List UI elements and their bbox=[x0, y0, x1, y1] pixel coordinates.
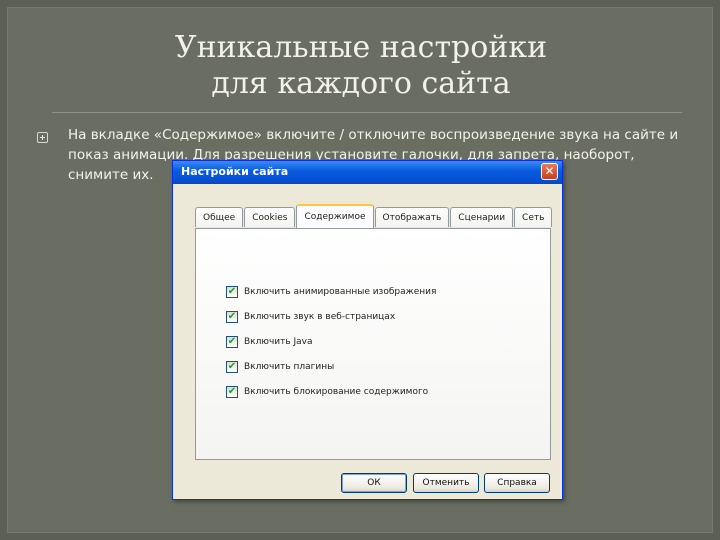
tab-strip: Общее Cookies Содержимое Отображать Сцен… bbox=[195, 204, 553, 228]
checkbox-java[interactable]: ✔ bbox=[226, 336, 238, 348]
slide-title-line-2: для каждого сайта bbox=[211, 66, 511, 101]
site-settings-dialog: Настройки сайта ✕ Общее Cookies Содержим… bbox=[172, 160, 563, 500]
checkbox-content-blocking[interactable]: ✔ bbox=[226, 386, 238, 398]
tab-scripts[interactable]: Сценарии bbox=[450, 207, 514, 227]
title-divider bbox=[52, 112, 682, 113]
tab-network[interactable]: Сеть bbox=[514, 207, 553, 227]
dialog-titlebar[interactable]: Настройки сайта ✕ bbox=[173, 161, 562, 184]
cancel-button[interactable]: Отменить bbox=[413, 473, 479, 493]
checkbox-label: Включить анимированные изображения bbox=[244, 287, 437, 297]
checkbox-label: Включить звук в веб-страницах bbox=[244, 312, 396, 322]
checkbox-sound[interactable]: ✔ bbox=[226, 311, 238, 323]
slide-title-line-1: Уникальные настройки bbox=[174, 30, 548, 65]
bullet-icon bbox=[37, 132, 48, 143]
help-button[interactable]: Справка bbox=[484, 473, 550, 493]
tab-general[interactable]: Общее bbox=[195, 207, 244, 227]
close-icon[interactable]: ✕ bbox=[541, 163, 558, 180]
slide-title: Уникальные настройки для каждого сайта bbox=[8, 30, 714, 102]
content-tab-panel: ✔ Включить анимированные изображения ✔ В… bbox=[195, 228, 551, 460]
checkbox-plugins[interactable]: ✔ bbox=[226, 361, 238, 373]
tab-display[interactable]: Отображать bbox=[374, 207, 450, 227]
checkbox-label: Включить блокирование содержимого bbox=[244, 387, 429, 397]
dialog-title: Настройки сайта bbox=[181, 165, 289, 178]
tab-content[interactable]: Содержимое bbox=[296, 204, 374, 228]
checkbox-animated-images[interactable]: ✔ bbox=[226, 286, 238, 298]
checkbox-label: Включить Java bbox=[244, 337, 313, 347]
ok-button[interactable]: ОК bbox=[341, 473, 407, 493]
tab-cookies[interactable]: Cookies bbox=[244, 207, 296, 227]
checkbox-label: Включить плагины bbox=[244, 362, 335, 372]
